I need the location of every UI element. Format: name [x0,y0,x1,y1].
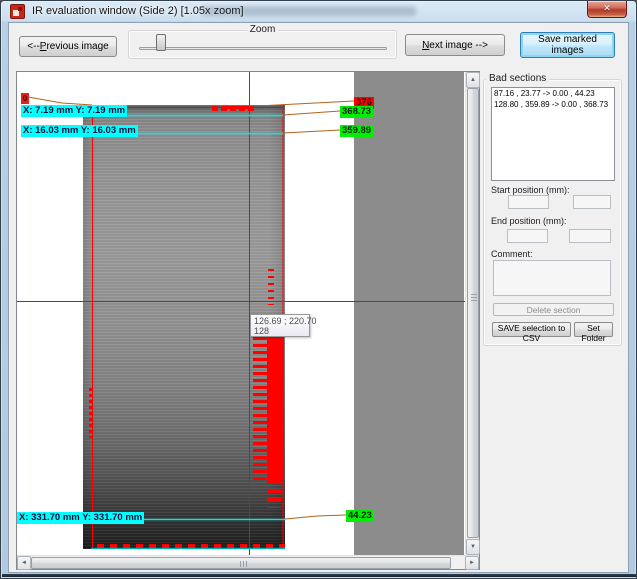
scroll-up-button[interactable]: ▲ [466,72,480,88]
image-canvas[interactable]: 0 X: 7.19 mm Y: 7.19 mm X: 16.03 mm Y: 1… [17,72,465,555]
end-y-field[interactable] [569,229,611,243]
previous-label-prefix: <-- [27,41,40,52]
next-label-rest: ext image --> [429,40,488,51]
connector-line-marker [28,97,92,105]
vertical-scrollbar[interactable]: ▲ ▼ [465,72,479,555]
thumb-grip [240,561,241,567]
horizontal-scrollbar[interactable]: ◄ ► [17,555,479,569]
defect-marks-bottom-edge [97,544,285,548]
end-position-label: End position (mm): [491,216,567,226]
save-marked-images-button[interactable]: Save marked images [520,32,615,58]
app-icon [10,4,25,19]
start-position-label: Start position (mm): [491,185,570,195]
value-label-green-3: 44.23 [346,510,374,522]
thumb-grip [471,294,477,295]
delete-section-button[interactable]: Delete section [493,303,614,316]
defect-marks-left-edge [89,388,93,438]
app-icon-detail2 [18,7,22,11]
measure-label-2: X: 16.03 mm Y: 16.03 mm [21,125,138,137]
client-area: <--Previous image Zoom Next image --> Sa… [8,22,629,573]
set-folder-button[interactable]: Set Folder [574,322,613,337]
zoom-group-label: Zoom [247,24,279,35]
connector-to-44 [285,515,346,519]
list-item[interactable]: 87.16 , 23.77 -> 0.00 , 44.23 [492,88,614,99]
defect-blotch-comb [253,337,267,480]
value-label-green-1: 368.73 [340,106,373,118]
previous-image-button[interactable]: <--Previous image [19,36,117,57]
comment-textarea[interactable] [493,260,611,296]
scroll-right-icon: ► [469,560,475,566]
zoom-groupbox: Zoom [128,30,397,59]
origin-marker: 0 [21,93,29,104]
scroll-right-button[interactable]: ► [465,556,479,570]
start-x-field[interactable] [508,195,549,209]
tooltip-coordinates: 126.69 ; 220.70 [254,316,306,326]
value-label-green-2: 359.89 [340,125,373,137]
title-bar: IR evaluation window (Side 2) [1.05x zoo… [1,1,637,22]
background-window-smudge [201,6,416,16]
app-window: IR evaluation window (Side 2) [1.05x zoo… [0,0,637,579]
list-item[interactable]: 128.80 , 359.89 -> 0.00 , 368.73 [492,99,614,110]
measure-label-3: X: 331.70 mm Y: 331.70 mm [17,512,144,524]
measure-label-1: X: 7.19 mm Y: 7.19 mm [21,105,127,117]
defect-tail [267,480,281,508]
bad-sections-label: Bad sections [486,73,549,84]
close-icon: ✕ [603,3,611,13]
connector-to-368 [283,111,340,115]
save-selection-csv-button[interactable]: SAVE selection to CSV [492,322,571,337]
scroll-down-button[interactable]: ▼ [466,539,480,555]
image-viewer: 0 X: 7.19 mm Y: 7.19 mm X: 16.03 mm Y: 1… [16,71,480,570]
zoom-slider-thumb[interactable] [156,34,166,51]
previous-label-rest: revious image [46,41,108,52]
window-bottom-edge [2,574,637,577]
vertical-scroll-thumb[interactable] [467,88,479,538]
bad-sections-groupbox: Bad sections 87.16 , 23.77 -> 0.00 , 44.… [483,79,622,346]
zoom-slider-track[interactable] [139,47,387,50]
unscanned-gray-region [354,72,464,555]
connector-to-359 [283,130,340,133]
bad-sections-listbox[interactable]: 87.16 , 23.77 -> 0.00 , 44.23 128.80 , 3… [491,87,615,181]
defect-specks-mid [268,269,274,305]
cursor-tooltip: 126.69 ; 220.70 128 [250,314,310,337]
end-x-field[interactable] [507,229,548,243]
scroll-up-icon: ▲ [470,77,476,83]
next-image-button[interactable]: Next image --> [405,34,505,56]
comment-label: Comment: [491,249,533,259]
close-button[interactable]: ✕ [587,1,627,18]
defect-blotch-solid [267,337,284,480]
defect-marks-top-core [225,105,249,109]
tooltip-value: 128 [254,326,306,336]
scroll-left-icon: ◄ [21,560,27,566]
start-y-field[interactable] [573,195,611,209]
horizontal-scroll-thumb[interactable] [31,557,451,569]
scroll-down-icon: ▼ [470,544,476,550]
scroll-left-button[interactable]: ◄ [17,556,31,570]
